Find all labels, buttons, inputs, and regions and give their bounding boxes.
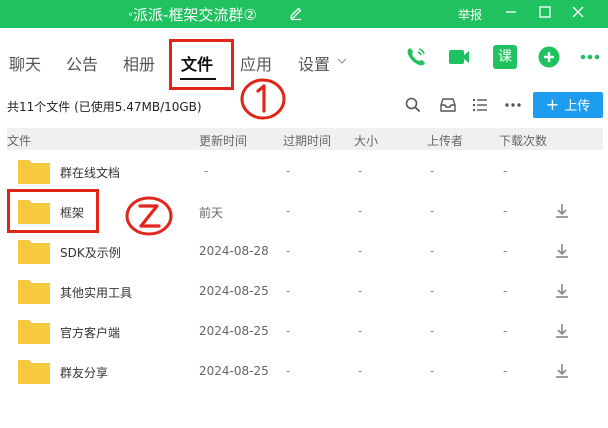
file-name: 官方客户端 xyxy=(60,326,121,340)
column-uploader[interactable]: 上传者 xyxy=(427,132,463,149)
expire-time: - xyxy=(286,364,291,378)
storage-summary: 共11个文件 (已使用5.47MB/10GB) xyxy=(7,100,202,114)
report-button[interactable]: 举报 xyxy=(458,6,482,23)
expire-time: - xyxy=(286,244,291,258)
updated-time: 前天 xyxy=(199,206,224,220)
download-count: - xyxy=(503,284,508,298)
search-icon[interactable] xyxy=(404,96,422,114)
annotation-box-files-tab xyxy=(169,39,234,90)
table-row[interactable]: 群在线文档 - - - - - xyxy=(0,152,608,192)
uploader: - xyxy=(430,164,435,178)
table-row[interactable]: 官方客户端 2024-08-25 - - - - xyxy=(0,312,608,352)
folder-icon xyxy=(18,360,50,384)
group-level-badge: ② xyxy=(243,6,257,24)
file-name: 群友分享 xyxy=(60,366,109,380)
updated-time: 2024-08-28 xyxy=(199,244,269,258)
download-icon[interactable] xyxy=(554,322,570,340)
download-icon[interactable] xyxy=(554,202,570,220)
tab-chat[interactable]: 聊天 xyxy=(9,51,41,75)
file-name: 群在线文档 xyxy=(60,166,121,180)
annotation-marker-2 xyxy=(125,196,173,236)
edit-icon[interactable] xyxy=(288,5,304,21)
tab-album[interactable]: 相册 xyxy=(123,51,155,75)
file-size: - xyxy=(358,324,363,338)
download-icon[interactable] xyxy=(554,362,570,380)
close-icon xyxy=(572,6,584,18)
folder-icon xyxy=(18,160,50,184)
close-button[interactable] xyxy=(566,2,590,24)
annotation-marker-1 xyxy=(240,78,286,120)
add-icon[interactable] xyxy=(537,45,561,69)
column-file[interactable]: 文件 xyxy=(7,132,31,149)
download-icon[interactable] xyxy=(554,282,570,300)
download-count: - xyxy=(503,204,508,218)
table-row[interactable]: 群友分享 2024-08-25 - - - - xyxy=(0,352,608,392)
uploader: - xyxy=(430,244,435,258)
folder-icon xyxy=(18,240,50,264)
maximize-button[interactable] xyxy=(533,2,557,24)
maximize-icon xyxy=(539,6,551,18)
minimize-icon xyxy=(506,11,516,13)
minimize-button[interactable] xyxy=(499,2,523,24)
file-size: - xyxy=(358,204,363,218)
uploader: - xyxy=(430,204,435,218)
folder-icon xyxy=(18,280,50,304)
updated-time: 2024-08-25 xyxy=(199,284,269,298)
expire-time: - xyxy=(286,164,291,178)
plus-icon: + xyxy=(545,95,565,114)
expire-time: - xyxy=(286,284,291,298)
folder-icon xyxy=(18,320,50,344)
more-icon[interactable] xyxy=(578,45,602,69)
uploader: - xyxy=(430,364,435,378)
table-row[interactable]: SDK及示例 2024-08-28 - - - - xyxy=(0,232,608,272)
file-size: - xyxy=(358,164,363,178)
expire-time: - xyxy=(286,204,291,218)
video-icon[interactable] xyxy=(447,45,471,69)
tab-apps[interactable]: 应用 xyxy=(240,51,272,75)
title-bar: °派派-框架交流群② 举报 xyxy=(0,0,608,28)
group-name: 派派-框架交流群 xyxy=(133,6,244,24)
download-icon[interactable] xyxy=(554,242,570,260)
column-downloads[interactable]: 下载次数 xyxy=(499,132,547,149)
uploader: - xyxy=(430,284,435,298)
more-options-icon[interactable] xyxy=(504,96,522,114)
download-count: - xyxy=(503,364,508,378)
file-name: 其他实用工具 xyxy=(60,286,133,300)
window-title: °派派-框架交流群② xyxy=(128,4,257,25)
file-size: - xyxy=(358,364,363,378)
tab-announcement[interactable]: 公告 xyxy=(66,51,98,75)
column-updated[interactable]: 更新时间 xyxy=(199,132,247,149)
file-size: - xyxy=(358,284,363,298)
updated-time: - xyxy=(204,164,209,178)
uploader: - xyxy=(430,324,435,338)
upload-button[interactable]: + 上传 xyxy=(533,92,603,118)
inbox-icon[interactable] xyxy=(439,96,457,114)
download-count: - xyxy=(503,244,508,258)
phone-icon[interactable] xyxy=(404,45,428,69)
column-expires[interactable]: 过期时间 xyxy=(283,132,331,149)
tab-settings[interactable]: 设置 xyxy=(298,51,330,75)
expire-time: - xyxy=(286,324,291,338)
annotation-box-framework-folder xyxy=(7,189,99,233)
table-header: 文件 更新时间 过期时间 大小 上传者 下载次数 xyxy=(7,128,603,150)
upload-label: 上传 xyxy=(564,99,591,114)
updated-time: 2024-08-25 xyxy=(199,364,269,378)
download-count: - xyxy=(503,164,508,178)
download-count: - xyxy=(503,324,508,338)
table-row[interactable]: 其他实用工具 2024-08-25 - - - - xyxy=(0,272,608,312)
updated-time: 2024-08-25 xyxy=(199,324,269,338)
course-icon[interactable]: 课 xyxy=(493,45,517,69)
column-size[interactable]: 大小 xyxy=(354,132,378,149)
list-view-icon[interactable] xyxy=(471,96,489,114)
file-name: SDK及示例 xyxy=(60,246,121,260)
chevron-down-icon[interactable] xyxy=(337,57,347,65)
file-size: - xyxy=(358,244,363,258)
